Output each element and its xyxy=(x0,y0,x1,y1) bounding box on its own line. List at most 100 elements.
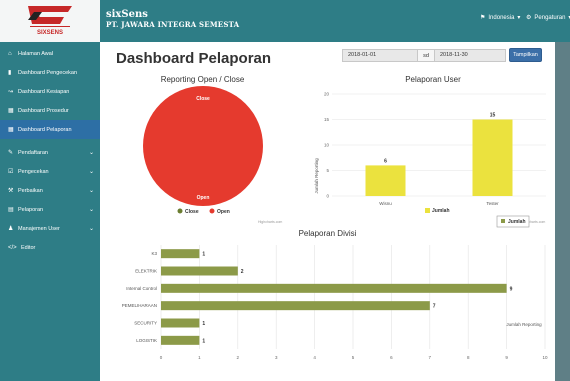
divisi-legend-jumlah[interactable]: Jumlah xyxy=(508,219,526,225)
wrench-icon: ⚒ xyxy=(8,188,14,194)
divisi-bar[interactable] xyxy=(161,266,238,276)
sidebar-item-label: Pelaporan xyxy=(18,206,44,213)
settings-menu[interactable]: ⚙ Pengaturan ▾ xyxy=(526,14,570,22)
user-y-tick: 15 xyxy=(324,117,330,122)
divisi-x-tick: 5 xyxy=(352,355,355,360)
divisi-bar-value-label: 7 xyxy=(433,304,436,310)
sidebar-item-dashboard-pelaporan[interactable]: ▦ Dashboard Pelaporan xyxy=(0,120,100,139)
user-bar[interactable] xyxy=(365,165,406,196)
user-bar-value-label: 6 xyxy=(384,158,387,164)
divisi-bar-chart: 0 1 2 3 4 5 6 7 8 9 10 1 K3 2 ELEKTRIK 9 Internal Contr… xyxy=(122,215,548,360)
table-icon: ▦ xyxy=(8,108,14,114)
line-chart-icon: ↝ xyxy=(8,89,14,95)
top-navbar: SIXSENS sixSens PT. JAWARA INTEGRA SEMES… xyxy=(0,0,570,42)
chevron-down-icon: ⌄ xyxy=(88,226,94,232)
table-icon: ▦ xyxy=(8,127,14,133)
report-icon: ▤ xyxy=(8,207,14,213)
divisi-x-tick: 0 xyxy=(160,355,163,360)
divisi-bar[interactable] xyxy=(161,283,507,293)
sidebar-item-dashboard-pengecekan[interactable]: ▮ Dashboard Pengecekan xyxy=(0,63,100,82)
sidebar-item-label: Pengecekan xyxy=(18,168,49,175)
pie-chart-title: Reporting Open / Close xyxy=(160,75,245,84)
pie-label-close: Close xyxy=(196,96,210,102)
chevron-down-icon: ⌄ xyxy=(88,169,94,175)
divisi-x-tick: 3 xyxy=(275,355,278,360)
sidebar-item-manajemen-user[interactable]: ♟ Manajemen User ⌄ xyxy=(0,219,100,238)
divisi-bar[interactable] xyxy=(161,318,200,328)
language-menu[interactable]: ⚑ Indonesia ▾ xyxy=(480,14,521,22)
divisi-bar-value-label: 9 xyxy=(510,286,513,292)
user-bar[interactable] xyxy=(472,119,513,197)
sidebar-item-perbaikan[interactable]: ⚒ Perbaikan ⌄ xyxy=(0,181,100,200)
divisi-x-tick: 1 xyxy=(198,355,201,360)
sixsens-logo-icon: SIXSENS xyxy=(28,6,72,36)
logo-text: SIXSENS xyxy=(37,30,63,36)
user-icon: ♟ xyxy=(8,226,14,232)
user-y-tick: 5 xyxy=(326,168,329,173)
chevron-down-icon: ⌄ xyxy=(88,207,94,213)
divisi-bar-value-label: 2 xyxy=(241,269,244,275)
sidebar-item-label: Dashboard Kesiapan xyxy=(18,88,70,95)
check-icon: ☑ xyxy=(8,169,14,175)
divisi-category-label: PEMELIHARAAN xyxy=(122,303,157,308)
sidebar-item-label: Pendaftaran xyxy=(18,149,48,156)
divisi-category-label: LOGISTIK xyxy=(136,338,157,343)
divisi-x-tick: 4 xyxy=(313,355,316,360)
divisi-bar-value-label: 1 xyxy=(202,321,205,327)
user-y-tick: 20 xyxy=(324,92,330,97)
divisi-x-axis-label: Jumlah Reporting xyxy=(506,322,542,327)
divisi-legend-marker xyxy=(501,219,505,223)
divisi-category-label: ELEKTRIK xyxy=(135,269,157,274)
sidebar-item-label: Perbaikan xyxy=(18,187,43,194)
user-y-axis-label: Jumlah Reporting xyxy=(314,158,319,194)
page-title: Dashboard Pelaporan xyxy=(116,50,272,67)
main-content: Dashboard Pelaporan 2018-01-01 sd 2018-1… xyxy=(100,42,555,381)
date-from-input[interactable]: 2018-01-01 xyxy=(342,49,418,62)
company-name: PT. JAWARA INTEGRA SEMESTA xyxy=(106,20,240,29)
gear-icon: ⚙ xyxy=(526,15,532,21)
company-logo[interactable]: SIXSENS xyxy=(0,0,100,42)
sidebar-item-pendaftaran[interactable]: ✎ Pendaftaran ⌄ xyxy=(0,143,100,162)
divisi-x-tick: 10 xyxy=(542,355,548,360)
bar-chart-icon: ▮ xyxy=(8,70,12,76)
code-icon: </> xyxy=(8,244,17,251)
show-button[interactable]: Tampilkan xyxy=(509,48,542,62)
date-to-input[interactable]: 2018-11-30 xyxy=(434,49,506,62)
app-window: SIXSENS sixSens PT. JAWARA INTEGRA SEMES… xyxy=(0,0,570,381)
sidebar-item-pelaporan[interactable]: ▤ Pelaporan ⌄ xyxy=(0,200,100,219)
user-y-tick: 10 xyxy=(324,143,330,148)
divisi-category-label: SECURITY xyxy=(134,321,157,326)
sidebar-item-dashboard-prosedur[interactable]: ▦ Dashboard Prosedur xyxy=(0,101,100,120)
sidebar-item-label: Dashboard Pelaporan xyxy=(18,126,72,133)
brand: sixSens PT. JAWARA INTEGRA SEMESTA xyxy=(106,9,239,30)
divisi-x-tick: 6 xyxy=(390,355,393,360)
user-bar-value-label: 15 xyxy=(490,113,496,119)
divisi-bar-value-label: 1 xyxy=(202,252,205,258)
divisi-x-tick: 2 xyxy=(237,355,240,360)
chevron-down-icon: ⌄ xyxy=(88,188,94,194)
sidebar: ⌂ Halaman Awal ▮ Dashboard Pengecekan ↝ … xyxy=(0,42,100,381)
divisi-x-tick: 7 xyxy=(429,355,432,360)
home-icon: ⌂ xyxy=(8,50,12,57)
caret-down-icon: ▾ xyxy=(517,15,521,21)
sidebar-item-dashboard-kesiapan[interactable]: ↝ Dashboard Kesiapan xyxy=(0,82,100,101)
sidebar-item-pengecekan[interactable]: ☑ Pengecekan ⌄ xyxy=(0,162,100,181)
divisi-category-label: Internal Control xyxy=(126,286,157,291)
sidebar-item-label: Editor xyxy=(21,244,36,251)
sidebar-item-label: Dashboard Prosedur xyxy=(18,107,69,114)
divisi-bar[interactable] xyxy=(161,335,200,345)
sidebar-item-label: Dashboard Pengecekan xyxy=(18,69,78,76)
date-range-separator: sd xyxy=(418,49,434,62)
divisi-bar[interactable] xyxy=(161,249,200,259)
chevron-down-icon: ⌄ xyxy=(88,150,94,156)
settings-label: Pengaturan xyxy=(534,14,566,21)
app-name: sixSens xyxy=(106,9,148,20)
sidebar-item-halaman-awal[interactable]: ⌂ Halaman Awal xyxy=(0,44,100,63)
language-label: Indonesia xyxy=(488,14,515,21)
divisi-bar-value-label: 1 xyxy=(202,338,205,344)
divisi-category-label: K3 xyxy=(151,251,157,256)
divisi-bar[interactable] xyxy=(161,301,430,311)
user-y-tick: 0 xyxy=(326,194,329,199)
pie-slice-open[interactable] xyxy=(143,86,263,206)
sidebar-item-editor[interactable]: </> Editor xyxy=(0,238,100,257)
